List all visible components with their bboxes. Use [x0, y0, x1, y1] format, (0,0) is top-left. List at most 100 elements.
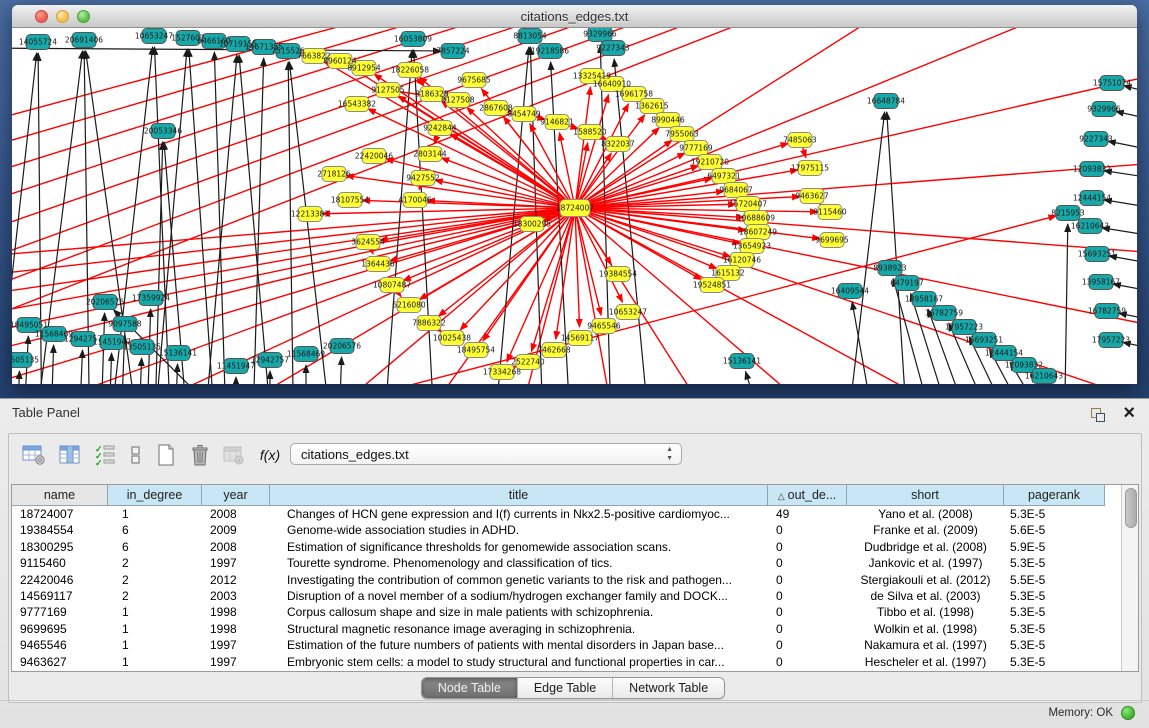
graph-node-label: 16543382 [338, 100, 376, 109]
tab-node-table[interactable]: Node Table [422, 678, 517, 698]
column-header-name[interactable]: name [12, 485, 108, 506]
table-row[interactable]: 1872400712008Changes of HCN gene express… [12, 506, 1105, 522]
cell-out_de: 0 [768, 539, 847, 555]
cell-title: Estimation of the future numbers of pati… [270, 637, 768, 653]
cell-short: Stergiakouli et al. (2012) [847, 572, 1004, 588]
column-header-pagerank[interactable]: pagerank [1004, 485, 1105, 506]
graph-edge[interactable] [382, 50, 412, 384]
table-row[interactable]: 946554611997Estimation of the future num… [12, 637, 1105, 653]
cell-out_de: 0 [768, 522, 847, 538]
cell-year: 1998 [202, 621, 270, 637]
graph-node-label: 2718126 [317, 170, 351, 179]
new-table-icon[interactable] [153, 442, 179, 468]
tab-edge-table[interactable]: Edge Table [517, 678, 612, 698]
cell-name: 22420046 [12, 572, 108, 588]
graph-node-label: 9329966 [583, 30, 617, 39]
cell-title: Embryonic stem cells: a model to study s… [270, 654, 768, 670]
graph-edge[interactable] [16, 371, 20, 384]
function-builder-icon[interactable]: f(x) [257, 442, 283, 468]
graph-node-label: 6479197 [890, 279, 924, 288]
row-select-icon[interactable]: ✓✓✓ [93, 442, 119, 468]
column-header-year[interactable]: year [202, 485, 270, 506]
column-visibility-icon[interactable] [57, 442, 83, 468]
column-header-title[interactable]: title [270, 485, 768, 506]
graph-node-label: 18724007 [556, 204, 594, 213]
cell-pagerank: 5.3E-5 [1004, 621, 1105, 637]
table-row[interactable]: 911546021997Tourette syndrome. Phenomeno… [12, 555, 1105, 571]
graph-node-label: 16053809 [394, 35, 432, 44]
table-row[interactable]: 2242004622012Investigating the contribut… [12, 572, 1105, 588]
graph-edge-selected[interactable] [556, 208, 575, 339]
graph-node-label: 17334268 [483, 368, 521, 377]
tab-network-table[interactable]: Network Table [612, 678, 724, 698]
table-source-dropdown-value: citations_edges.txt [301, 447, 409, 462]
table-row[interactable]: 969969511998Structural magnetic resonanc… [12, 621, 1105, 637]
graph-edge[interactable] [174, 364, 178, 384]
network-window-titlebar[interactable]: citations_edges.txt [12, 5, 1137, 28]
memory-ok-indicator[interactable] [1121, 706, 1135, 720]
graph-node-label: 15751074 [1093, 79, 1131, 88]
column-header-out_de[interactable]: △out_de... [768, 485, 847, 506]
svg-text:×: × [237, 458, 241, 465]
table-settings-icon[interactable] [21, 442, 47, 468]
table-row[interactable]: 946362711997Embryonic stem cells: a mode… [12, 654, 1105, 670]
column-header-in_degree[interactable]: in_degree [108, 485, 202, 506]
merge-rows-icon[interactable] [123, 442, 149, 468]
cell-pagerank: 5.3E-5 [1004, 588, 1105, 604]
table-row[interactable]: 1830029562008Estimation of significance … [12, 539, 1105, 555]
delete-table-icon[interactable]: × [221, 442, 247, 468]
graph-node-label: 16961758 [615, 90, 653, 99]
graph-edge[interactable] [12, 53, 37, 384]
delete-column-icon[interactable] [187, 442, 213, 468]
graph-node-label: 7857224 [436, 47, 470, 56]
table-source-dropdown[interactable]: citations_edges.txt ▲▼ [290, 443, 682, 465]
graph-edge[interactable] [78, 350, 82, 384]
cell-short: Nakamura et al. (1997) [847, 637, 1004, 653]
graph-edge[interactable] [50, 345, 54, 384]
graph-edge[interactable] [108, 353, 112, 384]
table-row[interactable]: 1938455462009Genome-wide association stu… [12, 522, 1105, 538]
column-header-short[interactable]: short [847, 485, 1004, 506]
cell-year: 1997 [202, 654, 270, 670]
graph-edge[interactable] [288, 62, 294, 384]
graph-edge[interactable] [844, 112, 885, 384]
graph-node-label: 8322037 [601, 140, 635, 149]
graph-edge[interactable] [338, 357, 342, 384]
cell-pagerank: 5.3E-5 [1004, 637, 1105, 653]
graph-node-label: 6497321 [707, 172, 741, 181]
graph-edge[interactable] [138, 358, 142, 384]
network-view-canvas[interactable]: 1872400789601248912954182260589127505165… [12, 28, 1137, 384]
float-panel-icon[interactable] [1091, 408, 1105, 421]
graph-node-label: 10653247 [609, 308, 647, 317]
table-row[interactable]: 977716911998Corpus callosum shape and si… [12, 604, 1105, 620]
graph-edge[interactable] [1064, 224, 1068, 384]
graph-node-label: 19524851 [693, 281, 731, 290]
cell-short: Dudbridge et al. (2008) [847, 539, 1004, 555]
graph-node-label: 19218586 [531, 47, 569, 56]
table-row[interactable]: 1456911722003Disruption of a novel membe… [12, 588, 1105, 604]
graph-node-label: 6216080 [392, 301, 426, 310]
graph-edge-selected[interactable] [575, 153, 685, 208]
graph-edge[interactable] [107, 47, 153, 384]
citation-network-graph[interactable]: 1872400789601248912954182260589127505165… [12, 28, 1137, 384]
graph-edge[interactable] [887, 112, 909, 384]
graph-node-label: 9227343 [1079, 135, 1113, 144]
graph-edge[interactable] [1124, 86, 1137, 98]
graph-node-label: 15693251 [1078, 250, 1116, 259]
cell-title: Corpus callosum shape and size in male p… [270, 604, 768, 620]
graph-edge-selected[interactable] [575, 208, 1052, 384]
graph-node-label: 18495051 [12, 321, 48, 330]
close-panel-icon[interactable]: × [1123, 400, 1135, 426]
vertical-scrollbar[interactable] [1121, 485, 1138, 671]
cell-name: 9699695 [12, 621, 108, 637]
graph-edge-selected[interactable] [12, 28, 632, 333]
graph-edge[interactable] [289, 62, 334, 384]
cell-in_degree: 2 [108, 588, 202, 604]
graph-node-label: 10807487 [373, 281, 411, 290]
cell-year: 2008 [202, 539, 270, 555]
cell-in_degree: 1 [108, 654, 202, 670]
scrollbar-thumb[interactable] [1125, 488, 1137, 528]
graph-node-label: 8813054 [513, 32, 547, 41]
memory-status-label: Memory: OK [1048, 707, 1113, 719]
graph-edge[interactable] [239, 55, 274, 384]
